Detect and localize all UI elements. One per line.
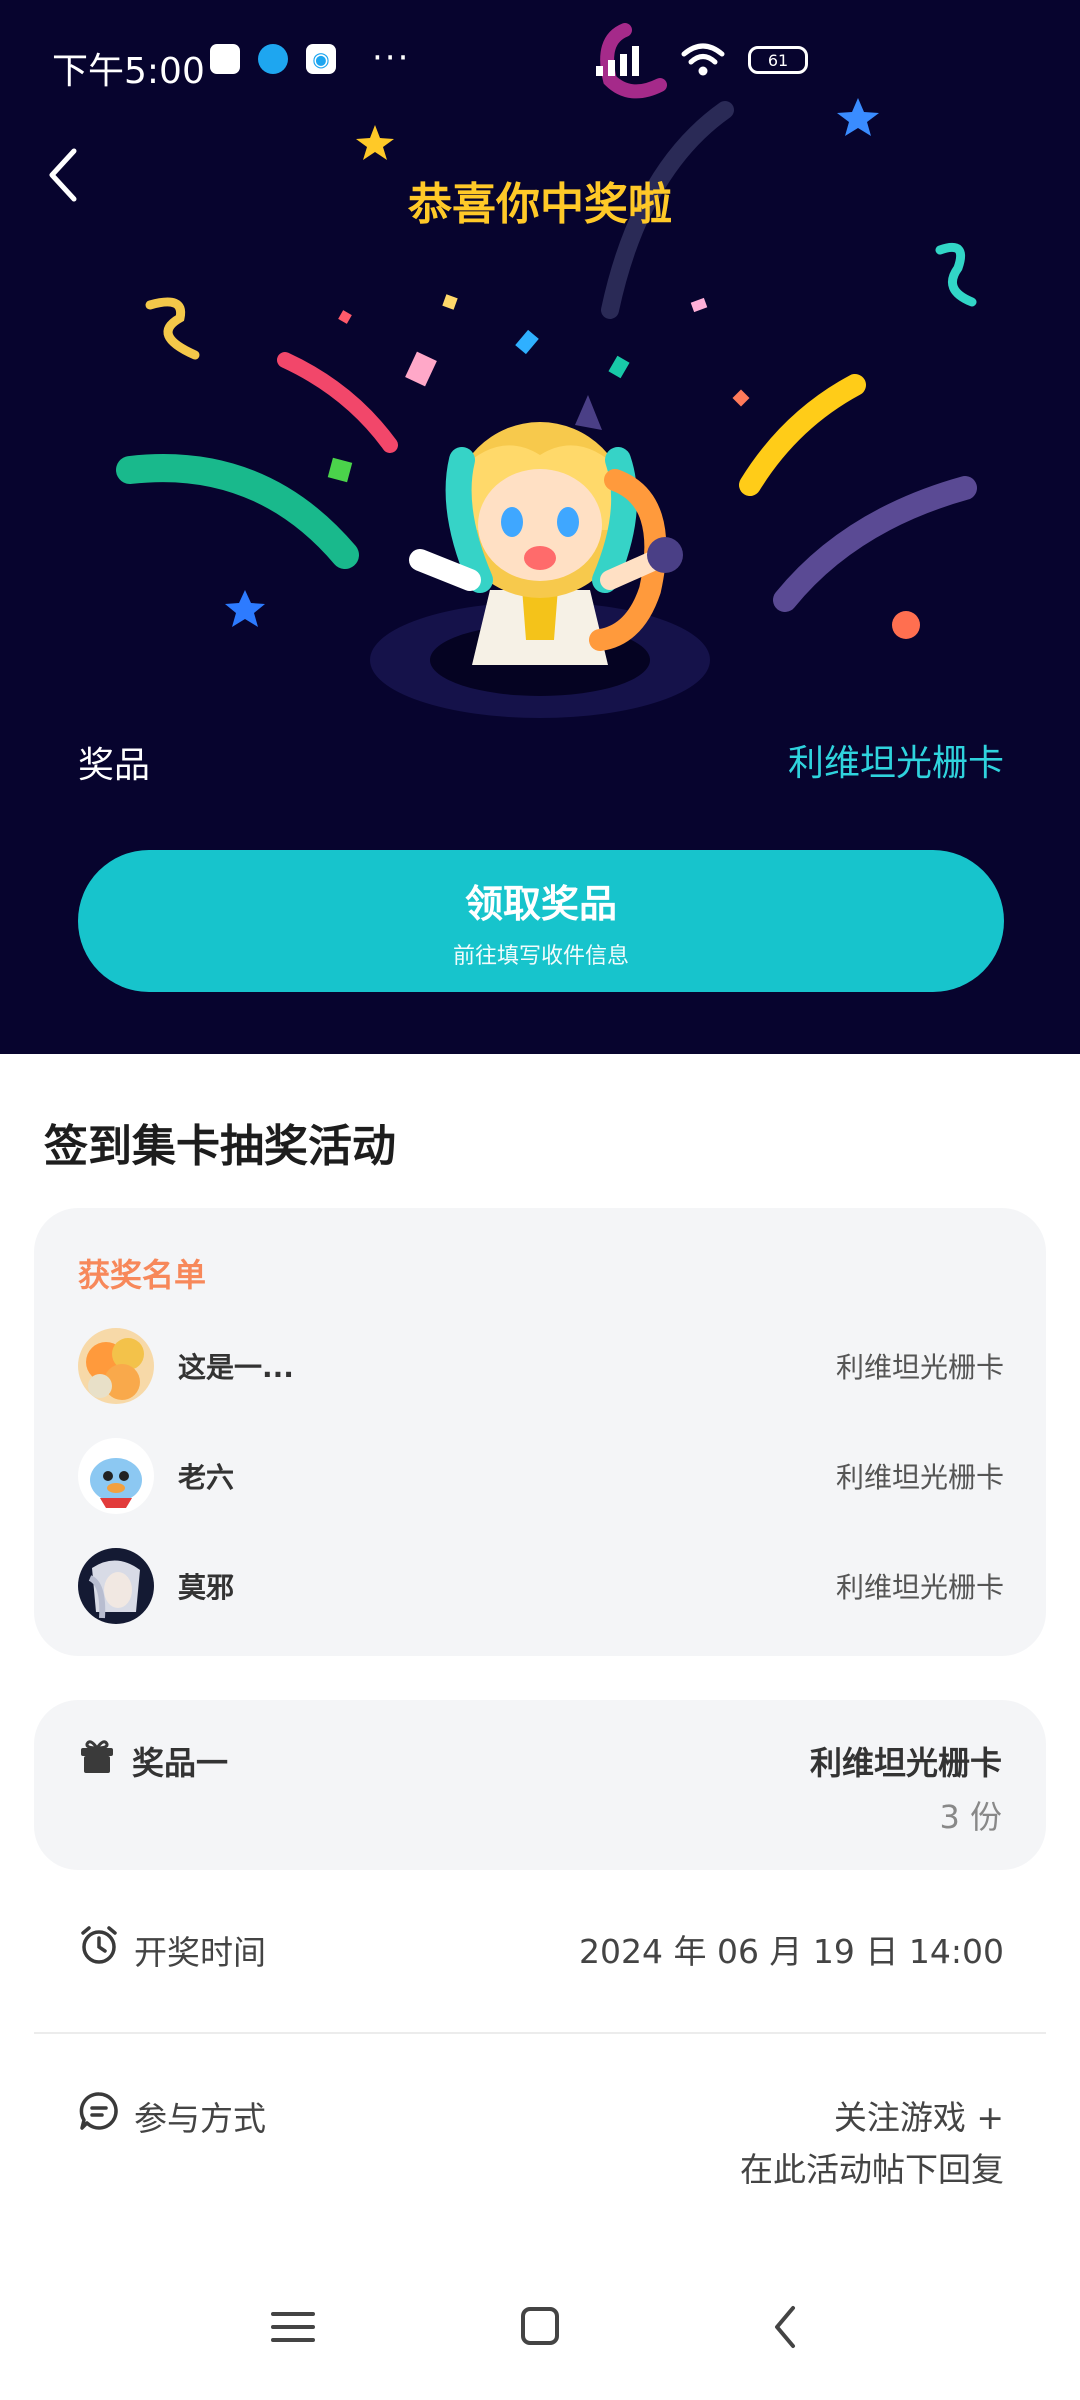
system-nav-bar: [0, 2254, 1080, 2400]
claim-button-sublabel: 前往填写收件信息: [452, 943, 629, 969]
avatar: [78, 1548, 154, 1624]
prize-tier-label: 奖品一: [132, 1744, 229, 1782]
home-icon[interactable]: [510, 2300, 570, 2354]
congrats-title: 恭喜你中奖啦: [408, 179, 672, 230]
participation-line2: 在此活动帖下回复: [740, 2150, 1004, 2189]
browser-app-icon: [258, 44, 288, 74]
winner-row[interactable]: 这是一... 利维坦光栅卡: [78, 1328, 1004, 1408]
winner-prize: 利维坦光栅卡: [835, 1571, 1004, 1604]
wifi-icon: [681, 43, 725, 76]
event-details: 签到集卡抽奖活动 获奖名单 这是一... 利维坦光栅卡 老六 利维坦光栅卡 莫邪…: [0, 1054, 1080, 2254]
prize-label: 奖品: [78, 745, 151, 786]
winners-list-card: 获奖名单 这是一... 利维坦光栅卡 老六 利维坦光栅卡 莫邪 利维坦光栅卡: [34, 1208, 1046, 1656]
participation-value: 关注游戏 + 在此活动帖下回复: [740, 2092, 1004, 2196]
prize-count: 3 份: [939, 1798, 1002, 1836]
winner-name: 莫邪: [178, 1571, 235, 1604]
monkey-app-icon: 🐵: [210, 44, 240, 74]
nav-back-icon[interactable]: [757, 2300, 817, 2354]
more-notifications-icon: ···: [372, 38, 411, 78]
winner-prize: 利维坦光栅卡: [835, 1351, 1004, 1384]
winner-row[interactable]: 老六 利维坦光栅卡: [78, 1438, 1004, 1518]
prize-tier-name: 利维坦光栅卡: [809, 1744, 1002, 1782]
participation-label: 参与方式: [134, 2099, 266, 2138]
winner-row[interactable]: 莫邪 利维坦光栅卡: [78, 1548, 1004, 1628]
winner-name: 老六: [178, 1461, 235, 1494]
menu-icon[interactable]: [263, 2300, 323, 2354]
hero-section: 下午5:00 🐵 ◉ ··· 61 恭喜你中奖啦 奖品 利维坦光栅卡 领取奖品 …: [0, 0, 1080, 1054]
winner-name: 这是一...: [178, 1351, 294, 1384]
signal-icon: [596, 46, 639, 76]
event-title: 签到集卡抽奖活动: [44, 1121, 396, 1172]
claim-prize-button[interactable]: 领取奖品 前往填写收件信息: [78, 850, 1004, 992]
chat-bubble-icon: [79, 2092, 118, 2130]
status-right-icons: 61: [592, 42, 808, 78]
message-app-icon: ◉: [306, 44, 336, 74]
winner-prize: 利维坦光栅卡: [835, 1461, 1004, 1494]
notification-icons: 🐵 ◉: [210, 44, 336, 74]
divider: [34, 2032, 1046, 2034]
status-bar: 下午5:00 🐵 ◉ ··· 61: [0, 0, 1080, 120]
avatar: [78, 1438, 154, 1514]
claim-button-label: 领取奖品: [464, 881, 617, 926]
participation-line1: 关注游戏 +: [833, 2098, 1004, 2137]
avatar: [78, 1328, 154, 1404]
winners-heading: 获奖名单: [78, 1256, 207, 1294]
status-time: 下午5:00: [52, 51, 205, 92]
mascot-illustration: [370, 395, 710, 718]
draw-time-value: 2024 年 06 月 19 日 14:00: [578, 1932, 1004, 1971]
alarm-clock-icon: [81, 1926, 117, 1964]
prize-tier-card: 奖品一 利维坦光栅卡 3 份: [34, 1700, 1046, 1870]
battery-icon: 61: [748, 46, 808, 74]
draw-time-label: 开奖时间: [134, 1933, 266, 1972]
gift-icon: [81, 1740, 113, 1773]
prize-value: 利维坦光栅卡: [787, 743, 1004, 784]
